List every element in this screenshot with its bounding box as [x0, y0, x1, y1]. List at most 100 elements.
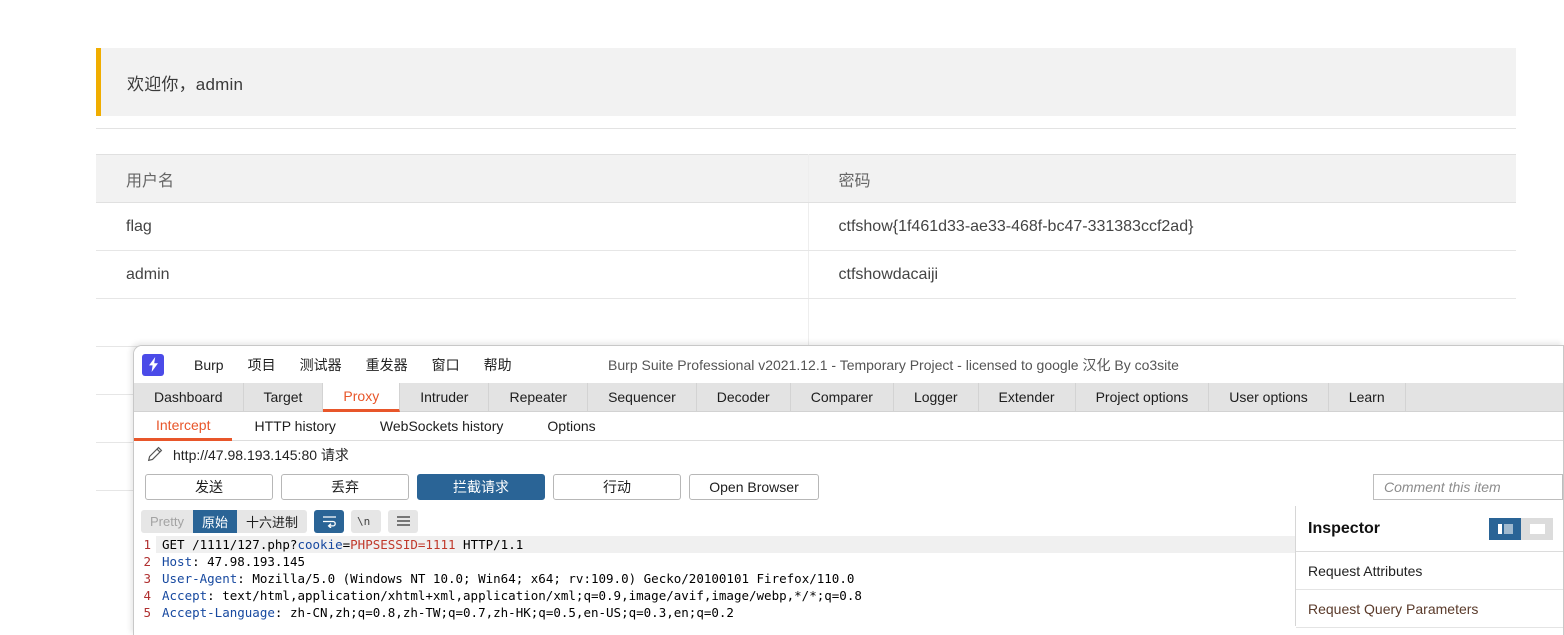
burp-menubar: Burp 项目 测试器 重发器 窗口 帮助 Burp Suite Profess…: [134, 346, 1563, 383]
cell-username: [96, 298, 809, 347]
subtab-http-history[interactable]: HTTP history: [232, 412, 357, 440]
table-row: [96, 298, 1516, 347]
drop-button[interactable]: 丢弃: [281, 474, 409, 500]
menu-item-intruder[interactable]: 测试器: [288, 353, 354, 377]
tab-project-options[interactable]: Project options: [1076, 383, 1210, 411]
line-seg: HTTP/1.1: [455, 537, 524, 552]
layout-full-icon[interactable]: [1521, 517, 1553, 540]
line-seg: GET /1111/127.php?: [162, 537, 298, 552]
menu-item-help[interactable]: 帮助: [472, 353, 524, 377]
intercepted-request-label: http://47.98.193.145:80 请求: [134, 441, 1563, 468]
line-seg: User-Agent: [162, 571, 238, 586]
line-content: GET /1111/127.php?cookie=PHPSESSID=1111 …: [156, 536, 1295, 553]
column-header-username: 用户名: [96, 154, 809, 203]
line-seg: Host: [162, 554, 193, 569]
request-line: 5 Accept-Language: zh-CN,zh;q=0.8,zh-TW;…: [134, 604, 1295, 621]
cell-username: flag: [96, 202, 809, 251]
hamburger-menu-icon[interactable]: [388, 509, 418, 533]
cell-username: admin: [96, 250, 809, 299]
horizontal-divider: [96, 128, 1516, 129]
line-content: Accept-Language: zh-CN,zh;q=0.8,zh-TW;q=…: [156, 604, 1295, 621]
line-seg: cookie: [297, 537, 343, 552]
cell-password: ctfshowdacaiji: [808, 250, 1516, 299]
table-header-row: 用户名 密码: [96, 154, 1516, 203]
table-row: admin ctfshowdacaiji: [96, 250, 1516, 299]
column-header-password: 密码: [808, 154, 1516, 203]
line-number: 2: [134, 553, 156, 570]
line-seg: : Mozilla/5.0 (Windows NT 10.0; Win64; x…: [237, 571, 855, 586]
request-line: 3 User-Agent: Mozilla/5.0 (Windows NT 10…: [134, 570, 1295, 587]
comment-input[interactable]: Comment this item: [1373, 474, 1563, 500]
tab-comparer[interactable]: Comparer: [791, 383, 894, 411]
tab-learn[interactable]: Learn: [1329, 383, 1406, 411]
line-number: 3: [134, 570, 156, 587]
inspector-section-request-query-parameters[interactable]: Request Query Parameters: [1296, 590, 1563, 628]
inspector-layout-toggles: [1489, 517, 1553, 540]
layout-split-icon[interactable]: [1489, 517, 1521, 540]
subtab-websockets-history[interactable]: WebSockets history: [358, 412, 525, 440]
pencil-icon: [146, 446, 163, 463]
format-hex-button[interactable]: 十六进制: [237, 510, 307, 533]
word-wrap-icon[interactable]: [314, 509, 344, 533]
tab-sequencer[interactable]: Sequencer: [588, 383, 697, 411]
tab-repeater[interactable]: Repeater: [489, 383, 589, 411]
inspector-section-request-attributes[interactable]: Request Attributes: [1296, 552, 1563, 590]
intercept-toggle-button[interactable]: 拦截请求: [417, 474, 545, 500]
line-seg: : 47.98.193.145: [192, 554, 305, 569]
line-content: Accept: text/html,application/xhtml+xml,…: [156, 587, 1295, 604]
burp-suite-window[interactable]: Burp 项目 测试器 重发器 窗口 帮助 Burp Suite Profess…: [133, 345, 1564, 635]
tab-user-options[interactable]: User options: [1209, 383, 1329, 411]
tab-decoder[interactable]: Decoder: [697, 383, 791, 411]
line-seg: : zh-CN,zh;q=0.8,zh-TW;q=0.7,zh-HK;q=0.5…: [274, 605, 734, 620]
raw-request-text[interactable]: 1 GET /1111/127.php?cookie=PHPSESSID=111…: [134, 536, 1295, 626]
open-browser-button[interactable]: Open Browser: [689, 474, 819, 500]
line-number: 4: [134, 587, 156, 604]
subtab-options[interactable]: Options: [525, 412, 617, 440]
inspector-header: Inspector: [1296, 506, 1563, 552]
lightning-bolt-icon: [142, 353, 164, 376]
tab-dashboard[interactable]: Dashboard: [134, 383, 244, 411]
format-pretty-button[interactable]: Pretty: [141, 510, 193, 533]
cell-password: ctfshow{1f461d33-ae33-468f-bc47-331383cc…: [808, 202, 1516, 251]
tab-bar-filler: [1405, 383, 1563, 411]
menu-item-window[interactable]: 窗口: [420, 353, 472, 377]
tab-extender[interactable]: Extender: [979, 383, 1076, 411]
request-url-text: http://47.98.193.145:80 请求: [173, 446, 349, 463]
line-seg: Accept: [162, 588, 208, 603]
tab-intruder[interactable]: Intruder: [400, 383, 490, 411]
line-number: 1: [134, 536, 156, 553]
request-editor-pane[interactable]: Pretty 原始 十六进制 \n 1 GET /1111/127.php?co…: [134, 506, 1296, 626]
forward-button[interactable]: 发送: [145, 474, 273, 500]
format-raw-button[interactable]: 原始: [192, 509, 237, 533]
line-seg: Accept-Language: [162, 605, 275, 620]
action-button[interactable]: 行动: [553, 474, 681, 500]
request-line: 2 Host: 47.98.193.145: [134, 553, 1295, 570]
inspector-panel: Inspector Request Attributes Request Que…: [1296, 506, 1563, 628]
cell-password: [808, 298, 1516, 347]
request-line: 1 GET /1111/127.php?cookie=PHPSESSID=111…: [134, 536, 1295, 553]
subtab-intercept[interactable]: Intercept: [134, 412, 233, 441]
line-content: Host: 47.98.193.145: [156, 553, 1295, 570]
svg-text:\n: \n: [357, 515, 370, 528]
line-seg: : text/html,application/xhtml+xml,applic…: [207, 588, 862, 603]
tab-target[interactable]: Target: [244, 383, 324, 411]
editor-format-toolbar: Pretty 原始 十六进制 \n: [134, 506, 1295, 536]
proxy-sub-tab-bar: Intercept HTTP history WebSockets histor…: [134, 412, 1563, 441]
welcome-alert: 欢迎你，admin: [96, 48, 1516, 116]
tab-logger[interactable]: Logger: [894, 383, 979, 411]
line-number: 5: [134, 604, 156, 621]
menu-item-project[interactable]: 项目: [236, 353, 288, 377]
line-content: User-Agent: Mozilla/5.0 (Windows NT 10.0…: [156, 570, 1295, 587]
welcome-text: 欢迎你，admin: [127, 74, 244, 94]
newline-escape-icon[interactable]: \n: [351, 509, 381, 533]
menu-item-repeater[interactable]: 重发器: [354, 353, 420, 377]
menu-item-burp[interactable]: Burp: [182, 355, 236, 375]
line-seg: PHPSESSID=1111: [350, 537, 456, 552]
table-row: flag ctfshow{1f461d33-ae33-468f-bc47-331…: [96, 202, 1516, 251]
intercept-action-bar: 发送 丢弃 拦截请求 行动 Open Browser Comment this …: [134, 468, 1563, 506]
request-line: 4 Accept: text/html,application/xhtml+xm…: [134, 587, 1295, 604]
main-tab-bar: Dashboard Target Proxy Intruder Repeater…: [134, 383, 1563, 412]
tab-proxy[interactable]: Proxy: [323, 383, 401, 412]
format-segmented-control: Pretty 原始 十六进制: [141, 509, 307, 533]
inspector-title: Inspector: [1308, 519, 1381, 537]
